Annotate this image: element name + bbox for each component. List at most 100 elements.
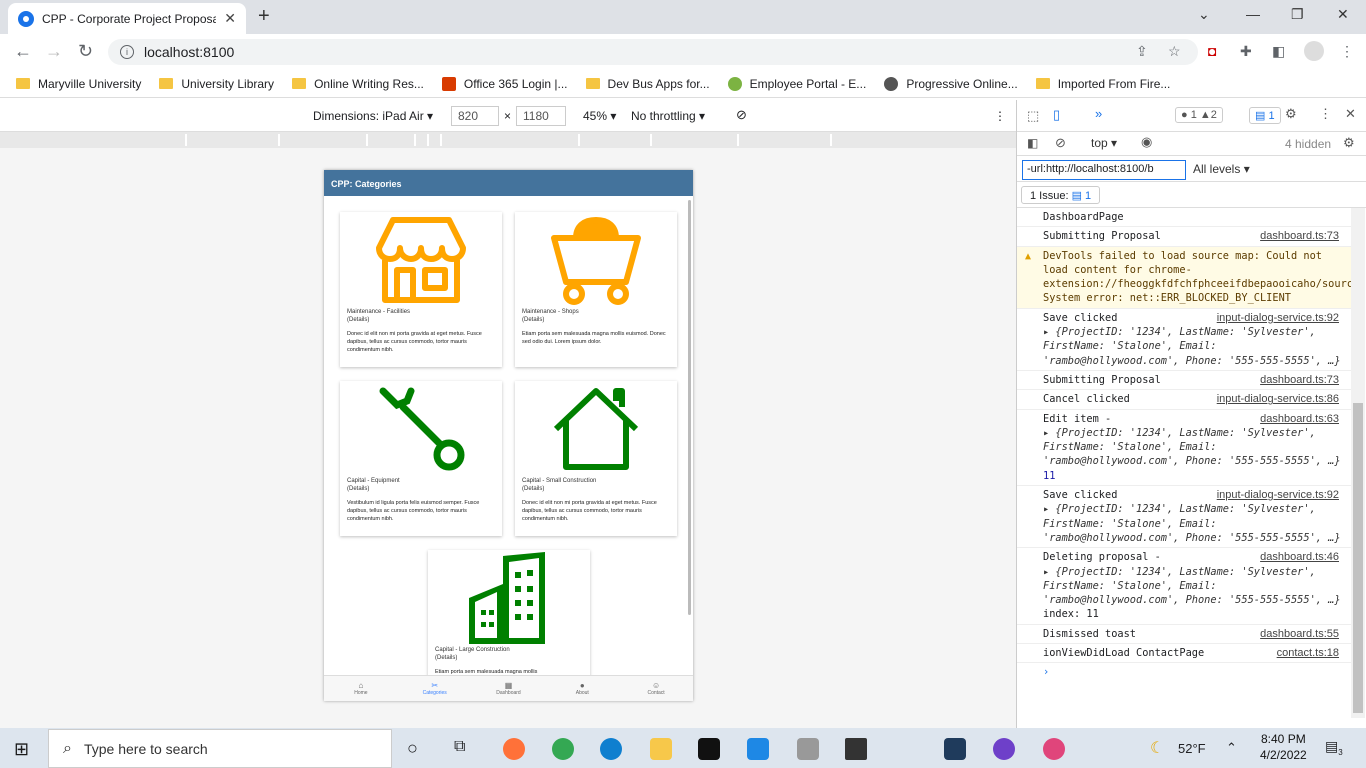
throttling-dropdown[interactable]: No throttling ▾ — [631, 109, 705, 123]
bookmark-star-icon[interactable]: ☆ — [1168, 43, 1181, 60]
extension-shield-icon[interactable]: ◘ — [1208, 43, 1216, 59]
source-link[interactable]: dashboard.ts:55 — [1254, 626, 1339, 642]
tab-categories[interactable]: ✂ Categories — [398, 676, 472, 701]
tab-dashboard[interactable]: ▦ Dashboard — [472, 676, 546, 701]
more-options-icon[interactable]: ⋮ — [994, 109, 1006, 123]
tab-search-icon[interactable]: ⌄ — [1198, 6, 1210, 23]
console-filter-input[interactable]: -url:http://localhost:8100/b — [1022, 160, 1186, 180]
bookmark-item[interactable]: Dev Bus Apps for... — [585, 77, 710, 91]
media-query-ruler[interactable] — [0, 132, 1016, 148]
mysql-workbench-icon[interactable] — [944, 738, 966, 760]
extensions-icon[interactable]: ✚ — [1240, 43, 1252, 60]
edge-icon[interactable] — [600, 738, 622, 760]
portal-icon — [727, 76, 742, 91]
settings-icon[interactable]: ⚙ — [1285, 106, 1297, 122]
task-view-icon[interactable]: ⧉ — [454, 738, 465, 756]
menu-icon[interactable]: ⋮ — [1340, 43, 1354, 60]
close-tab-icon[interactable]: ✕ — [224, 10, 236, 27]
typora-icon[interactable] — [845, 738, 867, 760]
height-input[interactable]: 1180 — [516, 106, 566, 126]
log-levels-dropdown[interactable]: All levels ▾ — [1193, 162, 1250, 176]
source-link[interactable]: contact.ts:18 — [1270, 646, 1339, 661]
weather-temperature[interactable]: 52°F — [1178, 741, 1206, 756]
object-preview[interactable]: ▸ {ProjectID: '1234', LastName: 'Sylvest… — [1043, 325, 1343, 368]
content-scrollbar[interactable] — [688, 200, 691, 615]
source-link[interactable]: dashboard.ts:73 — [1254, 229, 1339, 244]
cortana-icon[interactable]: ○ — [407, 738, 418, 759]
bookmark-item[interactable]: Employee Portal - E... — [727, 76, 866, 91]
tab-contact[interactable]: ☺ Contact — [619, 676, 693, 701]
reload-icon[interactable]: ↻ — [78, 41, 93, 62]
windows-start-icon[interactable]: ⊞ — [14, 739, 29, 760]
dimensions-dropdown[interactable]: Dimensions: iPad Air ▾ — [313, 109, 433, 123]
messages-counter[interactable]: ▤ 1 — [1249, 107, 1281, 124]
close-window-button[interactable]: ✕ — [1337, 6, 1349, 23]
arc-app-icon[interactable] — [1043, 738, 1065, 760]
source-link[interactable]: dashboard.ts:46 — [1254, 550, 1339, 565]
category-card[interactable]: Capital - Equipment (Details) Vestibulum… — [340, 381, 502, 536]
new-tab-button[interactable]: + — [258, 5, 270, 28]
side-panel-icon[interactable]: ◧ — [1272, 43, 1285, 60]
tab-home[interactable]: ⌂ Home — [324, 676, 398, 701]
file-explorer-icon[interactable] — [650, 738, 672, 760]
site-info-icon[interactable]: i — [120, 45, 134, 59]
issues-button[interactable]: 1 Issue: ▤ 1 — [1021, 186, 1101, 204]
profile-avatar[interactable] — [1304, 41, 1324, 61]
taskbar-search-box[interactable]: ⌕ Type here to search — [48, 729, 392, 768]
close-devtools-icon[interactable]: ✕ — [1345, 106, 1356, 122]
object-preview[interactable]: ▸ {ProjectID: '1234', LastName: 'Sylvest… — [1043, 426, 1343, 469]
address-bar[interactable]: i localhost:8100 — [108, 39, 1198, 65]
rotate-icon[interactable]: ⊘ — [736, 107, 747, 123]
category-card[interactable]: Capital - Large Construction (Details) E… — [428, 550, 590, 680]
github-desktop-icon[interactable] — [993, 738, 1015, 760]
error-warning-counter[interactable]: ● 1 ▲2 — [1175, 107, 1223, 123]
width-input[interactable]: 820 — [451, 106, 499, 126]
database-icon[interactable] — [797, 738, 819, 760]
console-scrollbar[interactable] — [1351, 208, 1365, 718]
bookmark-item[interactable]: University Library — [159, 77, 274, 91]
source-link[interactable]: input-dialog-service.ts:86 — [1210, 392, 1339, 407]
console-settings-icon[interactable]: ⚙ — [1343, 135, 1355, 151]
share-icon[interactable]: ⇪ — [1136, 43, 1148, 60]
terminal-icon[interactable] — [698, 738, 720, 760]
category-card[interactable]: Maintenance - Shops (Details) Etiam port… — [515, 212, 677, 367]
source-link[interactable]: dashboard.ts:73 — [1254, 372, 1339, 388]
context-dropdown[interactable]: top ▾ — [1091, 136, 1117, 150]
forward-icon[interactable]: → — [45, 41, 63, 62]
more-tabs-icon[interactable]: » — [1095, 106, 1102, 121]
browser-tab[interactable]: CPP - Corporate Project Proposal ✕ — [8, 3, 246, 34]
devtools-menu-icon[interactable]: ⋮ — [1319, 106, 1332, 122]
tab-about[interactable]: ● About — [545, 676, 619, 701]
restore-button[interactable]: ❐ — [1291, 6, 1304, 23]
live-expression-eye-icon[interactable]: ◉ — [1141, 134, 1152, 150]
object-preview[interactable]: ▸ {ProjectID: '1234', LastName: 'Sylvest… — [1043, 502, 1343, 545]
back-icon[interactable]: ← — [14, 41, 32, 62]
inspect-icon[interactable]: ⬚ — [1027, 108, 1039, 124]
bookmark-item[interactable]: Office 365 Login |... — [441, 76, 568, 91]
device-toggle-icon[interactable]: ▯ — [1053, 107, 1060, 123]
source-link[interactable]: input-dialog-service.ts:92 — [1210, 310, 1339, 326]
category-card[interactable]: Maintenance - Facilities (Details) Donec… — [340, 212, 502, 367]
weather-moon-icon[interactable]: ☾ — [1150, 738, 1164, 758]
system-clock[interactable]: 8:40 PM 4/2/2022 — [1260, 731, 1307, 763]
source-link[interactable]: dashboard.ts:63 — [1254, 411, 1339, 426]
globe-icon — [884, 76, 899, 91]
sidebar-toggle-icon[interactable]: ◧ — [1027, 136, 1038, 150]
console-warning: ▲ DevTools failed to load source map: Cou… — [1017, 246, 1351, 309]
tray-overflow-icon[interactable]: ⌃ — [1226, 740, 1237, 756]
bookmark-item[interactable]: Imported From Fire... — [1035, 77, 1170, 91]
chrome-icon[interactable] — [552, 738, 574, 760]
clear-console-icon[interactable]: ⊘ — [1055, 135, 1066, 151]
bookmark-item[interactable]: Maryville University — [16, 77, 141, 91]
notification-center-icon[interactable]: ▤3 — [1325, 738, 1343, 757]
object-preview[interactable]: ▸ {ProjectID: '1234', LastName: 'Sylvest… — [1043, 565, 1343, 608]
minimize-button[interactable]: — — [1246, 6, 1260, 22]
vscode-icon[interactable] — [747, 738, 769, 760]
source-link[interactable]: input-dialog-service.ts:92 — [1210, 488, 1339, 503]
firefox-icon[interactable] — [503, 738, 525, 760]
bookmark-item[interactable]: Progressive Online... — [884, 76, 1018, 91]
category-card[interactable]: Capital - Small Construction (Details) D… — [515, 381, 677, 536]
zoom-dropdown[interactable]: 45% ▾ — [583, 109, 616, 123]
console-prompt[interactable]: › — [1017, 663, 1351, 681]
bookmark-item[interactable]: Online Writing Res... — [292, 77, 424, 91]
